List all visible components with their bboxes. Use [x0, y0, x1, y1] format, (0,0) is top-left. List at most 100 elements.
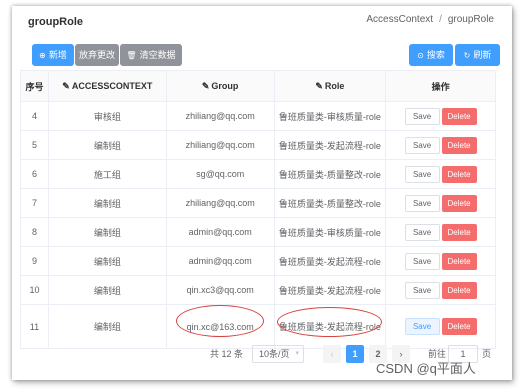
discard-changes-button[interactable]: 放弃更改: [75, 44, 119, 66]
cell-group[interactable]: admin@qq.com: [165, 217, 275, 247]
breadcrumb-separator: /: [439, 14, 442, 25]
table-row: 8 编制组 admin@qq.com 鲁班质量类-审核质量-role Save D…: [20, 217, 496, 247]
cell-role[interactable]: 鲁班质量类-发起流程-role: [273, 246, 387, 276]
header-role[interactable]: ✎ Role: [273, 70, 387, 102]
cell-role[interactable]: 鲁班质量类-质量整改-role: [273, 159, 387, 189]
cell-group[interactable]: zhiliang@qq.com: [165, 130, 275, 160]
pagination-total: 共 12 条: [210, 349, 244, 359]
plus-circle-icon: ⊕: [39, 51, 46, 60]
toolbar: ⊕ 新增 放弃更改 🗑 清空数据 ⊙ 搜索 ↻ 刷新: [32, 44, 500, 66]
cell-access-context[interactable]: 审核组: [47, 101, 167, 131]
chevron-left-icon: ‹: [330, 349, 334, 359]
save-button[interactable]: Save: [404, 318, 440, 335]
cell-role[interactable]: 鲁班质量类-发起流程-role: [273, 130, 387, 160]
cell-actions: Save Delete: [385, 304, 496, 349]
cell-actions: Save Delete: [385, 246, 496, 276]
cell-index: 7: [20, 188, 49, 218]
edit-icon: ✎: [201, 80, 210, 91]
cell-access-context[interactable]: 施工组: [47, 159, 167, 189]
header-role-label: Role: [324, 80, 345, 91]
clear-data-button[interactable]: 🗑 清空数据: [120, 44, 182, 66]
breadcrumb-item-access-context[interactable]: AccessContext: [366, 14, 433, 25]
cell-access-context[interactable]: 编制组: [47, 217, 167, 247]
refresh-button[interactable]: ↻ 刷新: [455, 44, 500, 66]
search-icon: ⊙: [417, 51, 424, 60]
group-role-table: 序号 ✎ ACCESSCONTEXT ✎ Group ✎ Role 操作 4 审核组 …: [20, 70, 496, 349]
cell-group[interactable]: admin@qq.com: [165, 246, 275, 276]
delete-button[interactable]: Delete: [441, 165, 477, 183]
save-button[interactable]: Save: [404, 252, 440, 270]
table-row: 6 施工组 sg@qq.com 鲁班质量类-质量整改-role Save Dele…: [20, 159, 496, 189]
delete-button[interactable]: Delete: [441, 194, 477, 212]
search-button[interactable]: ⊙ 搜索: [409, 44, 453, 66]
cell-role[interactable]: 鲁班质量类-发起流程-role: [273, 275, 387, 305]
delete-button[interactable]: Delete: [441, 281, 477, 299]
cell-actions: Save Delete: [385, 188, 496, 218]
clear-data-label: 清空数据: [139, 50, 176, 60]
cell-access-context[interactable]: 编制组: [47, 304, 167, 349]
header-access-context-label: ACCESSCONTEXT: [71, 80, 153, 91]
trash-icon: 🗑: [126, 51, 137, 60]
cell-index: 8: [20, 217, 49, 247]
save-button[interactable]: Save: [404, 281, 440, 299]
delete-button[interactable]: Delete: [441, 318, 477, 335]
goto-unit: 页: [482, 349, 492, 359]
cell-index: 6: [20, 159, 49, 189]
breadcrumb-item-group-role: groupRole: [447, 14, 494, 25]
page-size-value: 10条/页: [259, 349, 290, 359]
cell-actions: Save Delete: [385, 101, 496, 131]
add-button-label: 新增: [48, 50, 67, 60]
cell-access-context[interactable]: 编制组: [47, 275, 167, 305]
prev-page-button[interactable]: ‹: [323, 345, 341, 363]
edit-icon: ✎: [62, 80, 70, 91]
cell-role[interactable]: 鲁班质量类-审核质量-role: [273, 101, 387, 131]
cell-group[interactable]: sg@qq.com: [165, 159, 275, 189]
cell-access-context[interactable]: 编制组: [47, 130, 167, 160]
delete-button[interactable]: Delete: [441, 252, 477, 270]
cell-actions: Save Delete: [385, 159, 496, 189]
refresh-button-label: 刷新: [473, 50, 492, 60]
cell-access-context[interactable]: 编制组: [47, 188, 167, 218]
cell-group[interactable]: qin.xc3@qq.com: [165, 275, 275, 305]
cell-role[interactable]: 鲁班质量类-审核质量-role: [273, 217, 387, 247]
page-size-select[interactable]: 10条/页 ▾: [252, 345, 304, 363]
delete-button[interactable]: Delete: [441, 136, 477, 154]
table-header-row: 序号 ✎ ACCESSCONTEXT ✎ Group ✎ Role 操作: [20, 70, 496, 102]
search-button-label: 搜索: [426, 50, 445, 60]
cell-actions: Save Delete: [385, 130, 496, 160]
table-row: 4 审核组 zhiliang@qq.com 鲁班质量类-审核质量-role Sa…: [20, 101, 496, 131]
table-row: 9 编制组 admin@qq.com 鲁班质量类-发起流程-role Save D…: [20, 246, 496, 276]
save-button[interactable]: Save: [404, 165, 440, 183]
page-title: groupRole: [28, 16, 83, 28]
chevron-down-icon: ▾: [295, 350, 299, 357]
page-1-button[interactable]: 1: [346, 345, 364, 363]
cell-index: 4: [20, 101, 49, 131]
cell-role[interactable]: 鲁班质量类-发起流程-role: [273, 304, 387, 349]
refresh-icon: ↻: [463, 51, 471, 60]
header-index: 序号: [20, 70, 49, 102]
cell-actions: Save Delete: [385, 217, 496, 247]
breadcrumb: AccessContext / groupRole: [366, 14, 494, 25]
save-button[interactable]: Save: [404, 107, 440, 125]
delete-button[interactable]: Delete: [441, 223, 477, 241]
header-access-context[interactable]: ✎ ACCESSCONTEXT: [47, 70, 167, 102]
cell-access-context[interactable]: 编制组: [47, 246, 167, 276]
cell-group[interactable]: zhiliang@qq.com: [165, 101, 275, 131]
table-row: 11 编制组 qin.xc@163.com 鲁班质量类-发起流程-role Sa…: [20, 304, 496, 349]
table-row: 7 编制组 zhiliang@qq.com 鲁班质量类-质量整改-role Sa…: [20, 188, 496, 218]
cell-actions: Save Delete: [385, 275, 496, 305]
cell-index: 5: [20, 130, 49, 160]
cell-group[interactable]: qin.xc@163.com: [165, 304, 275, 349]
table-row: 5 编制组 zhiliang@qq.com 鲁班质量类-发起流程-role Sa…: [20, 130, 496, 160]
cell-role[interactable]: 鲁班质量类-质量整改-role: [273, 188, 387, 218]
header-group[interactable]: ✎ Group: [165, 70, 275, 102]
cell-group[interactable]: zhiliang@qq.com: [165, 188, 275, 218]
header-group-label: Group: [211, 80, 239, 91]
cell-index: 11: [20, 304, 49, 349]
add-button[interactable]: ⊕ 新增: [32, 44, 74, 66]
delete-button[interactable]: Delete: [441, 107, 477, 125]
save-button[interactable]: Save: [404, 194, 440, 212]
save-button[interactable]: Save: [404, 136, 440, 154]
save-button[interactable]: Save: [404, 223, 440, 241]
edit-icon: ✎: [315, 80, 323, 91]
